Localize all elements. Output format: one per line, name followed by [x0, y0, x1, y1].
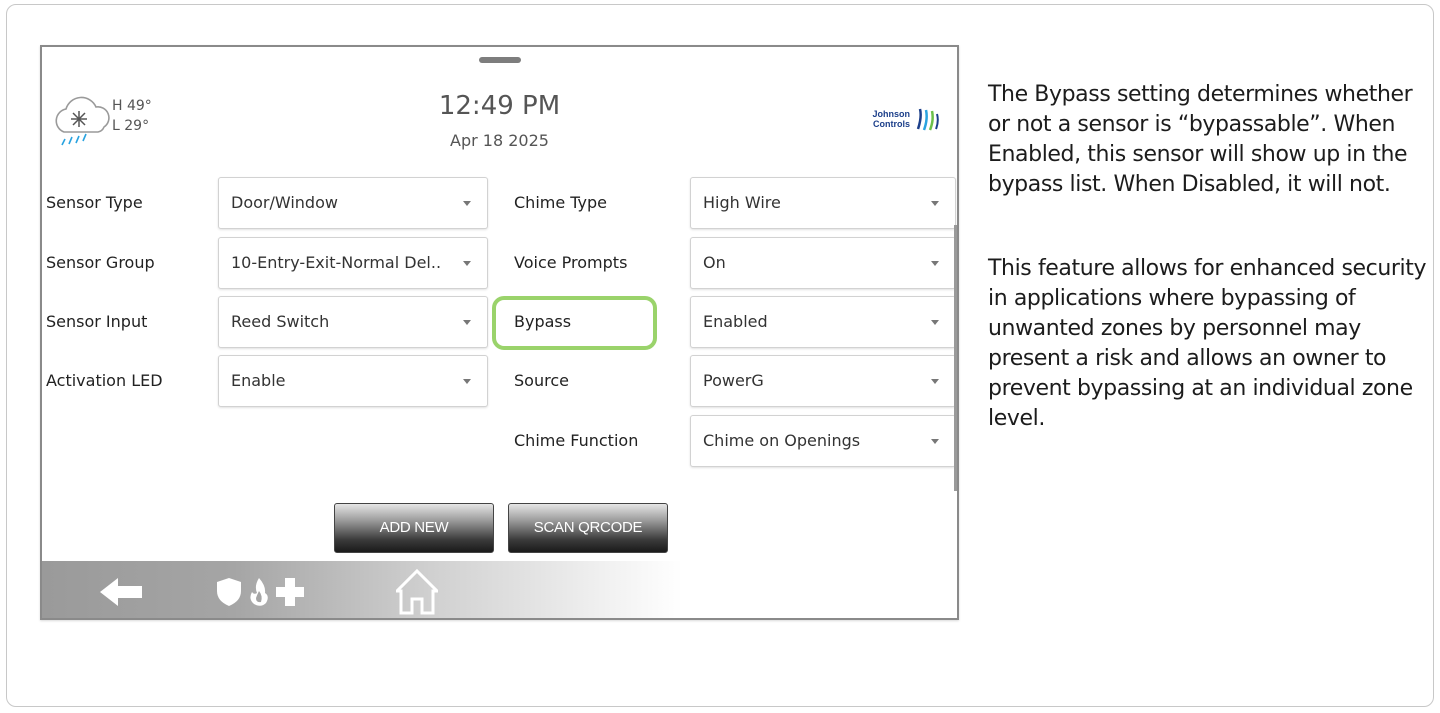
brand-line2: Controls [873, 119, 910, 129]
select-bypass[interactable]: Enabled [690, 296, 956, 348]
chevron-down-icon [463, 261, 471, 266]
select-chime-type-value: High Wire [703, 193, 781, 212]
back-arrow-icon[interactable] [100, 577, 142, 607]
select-sensor-type-value: Door/Window [231, 193, 338, 212]
home-icon[interactable] [396, 569, 438, 615]
clock-time: 12:49 PM [438, 91, 561, 121]
select-sensor-type[interactable]: Door/Window [218, 177, 488, 229]
select-sensor-input-value: Reed Switch [231, 312, 330, 331]
brand-logo: Johnson Controls [862, 107, 942, 137]
select-activation-led[interactable]: Enable [218, 355, 488, 407]
chevron-down-icon [931, 320, 939, 325]
panel-screen: H 49° L 29° 12:49 PM Apr 18 2025 Johnson… [40, 45, 959, 620]
pull-down-handle[interactable] [479, 57, 521, 63]
label-chime-type: Chime Type [514, 193, 608, 212]
label-sensor-input: Sensor Input [46, 312, 148, 331]
medical-cross-icon[interactable] [275, 577, 305, 607]
select-sensor-group-value: 10-Entry-Exit-Normal Del.. [231, 253, 442, 272]
chevron-down-icon [931, 439, 939, 444]
brand-name: Johnson Controls [862, 109, 911, 129]
chevron-down-icon [463, 201, 471, 206]
scan-qrcode-button[interactable]: SCAN QRCODE [508, 503, 668, 553]
select-voice-prompts[interactable]: On [690, 237, 956, 289]
label-sensor-type: Sensor Type [46, 193, 143, 212]
select-activation-led-value: Enable [231, 371, 286, 390]
select-source-value: PowerG [703, 371, 764, 390]
info-paragraph-1: The Bypass setting determines whether or… [988, 82, 1413, 197]
fire-icon[interactable] [248, 577, 270, 607]
chevron-down-icon [931, 379, 939, 384]
label-sensor-group: Sensor Group [46, 253, 155, 272]
info-paragraph-2: This feature allows for enhanced securit… [988, 256, 1427, 431]
brand-line1: Johnson [872, 109, 911, 119]
shield-icon[interactable] [216, 577, 242, 607]
label-chime-function: Chime Function [514, 431, 639, 450]
chevron-down-icon [463, 379, 471, 384]
select-sensor-input[interactable]: Reed Switch [218, 296, 488, 348]
select-chime-function-value: Chime on Openings [703, 431, 861, 450]
label-activation-led: Activation LED [46, 371, 163, 390]
label-bypass: Bypass [514, 312, 572, 331]
scrollbar[interactable] [954, 225, 957, 491]
label-source: Source [514, 371, 569, 390]
select-source[interactable]: PowerG [690, 355, 956, 407]
chevron-down-icon [931, 261, 939, 266]
select-sensor-group[interactable]: 10-Entry-Exit-Normal Del.. [218, 237, 488, 289]
label-voice-prompts: Voice Prompts [514, 253, 628, 272]
johnson-controls-logo-icon [916, 108, 939, 131]
select-voice-prompts-value: On [703, 253, 726, 272]
select-bypass-value: Enabled [703, 312, 768, 331]
select-chime-function[interactable]: Chime on Openings [690, 415, 956, 467]
clock-date: Apr 18 2025 [450, 131, 549, 150]
bottom-nav-bar [42, 561, 682, 618]
add-new-button[interactable]: ADD NEW [334, 503, 494, 553]
chevron-down-icon [931, 201, 939, 206]
chevron-down-icon [463, 320, 471, 325]
select-chime-type[interactable]: High Wire [690, 177, 956, 229]
